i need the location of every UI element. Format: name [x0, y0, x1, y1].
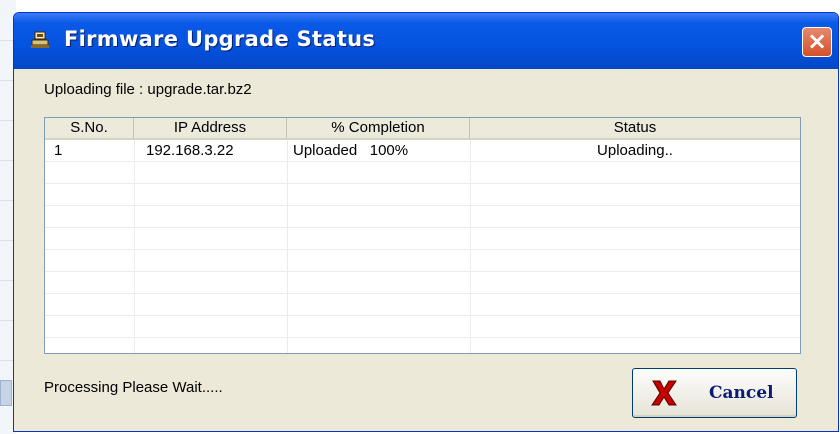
column-header-status[interactable]: Status [470, 118, 800, 138]
column-header-ip[interactable]: IP Address [134, 118, 287, 138]
column-divider [287, 140, 288, 353]
column-header-sno[interactable]: S.No. [45, 118, 134, 138]
status-table[interactable]: S.No. IP Address % Completion Status 1 1… [44, 117, 801, 354]
cell-status: Uploading.. [597, 142, 673, 159]
table-row[interactable]: 1 192.168.3.22 Uploaded 100% Uploading.. [45, 140, 800, 162]
empty-row [45, 294, 800, 316]
column-header-completion[interactable]: % Completion [287, 118, 470, 138]
processing-status-text: Processing Please Wait..... [44, 379, 223, 396]
table-header: S.No. IP Address % Completion Status [45, 118, 800, 140]
upload-file-label: Uploading file : upgrade.tar.bz2 [44, 81, 252, 98]
empty-row [45, 206, 800, 228]
cell-completion: Uploaded 100% [293, 142, 409, 159]
close-button[interactable]: × [802, 27, 832, 57]
network-device-icon [31, 31, 49, 48]
column-divider [134, 140, 135, 353]
empty-row [45, 162, 800, 184]
empty-row [45, 316, 800, 338]
window-title: Firmware Upgrade Status [64, 27, 376, 51]
firmware-upgrade-dialog: Firmware Upgrade Status × Uploading file… [13, 12, 839, 432]
title-bar[interactable]: Firmware Upgrade Status × [14, 13, 838, 69]
cell-ip-address: 192.168.3.22 [146, 142, 234, 159]
close-icon: × [806, 27, 828, 55]
background-scrollbar [0, 380, 12, 406]
cell-sno: 1 [54, 142, 63, 159]
empty-row [45, 272, 800, 294]
cancel-label: Cancel [709, 383, 774, 403]
cancel-button[interactable]: Cancel [632, 368, 797, 418]
column-divider [470, 140, 471, 353]
empty-row [45, 250, 800, 272]
empty-row [45, 228, 800, 250]
empty-row [45, 184, 800, 206]
red-x-icon [651, 380, 677, 406]
